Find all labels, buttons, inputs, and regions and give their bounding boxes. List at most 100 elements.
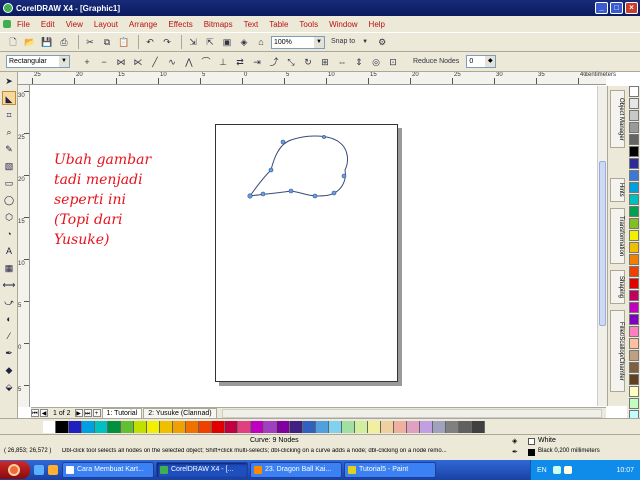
curve-node[interactable]: [312, 193, 318, 199]
palette-swatch[interactable]: [329, 420, 342, 433]
ellipse-tool-icon[interactable]: ◯: [2, 193, 16, 207]
palette-swatch[interactable]: [629, 134, 639, 145]
menu-window[interactable]: Window: [329, 20, 357, 29]
eyedropper-tool-icon[interactable]: ⁄: [2, 329, 16, 343]
palette-swatch[interactable]: [446, 420, 459, 433]
palette-swatch[interactable]: [629, 278, 639, 289]
node-shape-combo[interactable]: Rectangular ▼: [6, 55, 70, 68]
stretch-nodes-icon[interactable]: ⤡: [284, 55, 298, 69]
menu-tools[interactable]: Tools: [299, 20, 318, 29]
palette-swatch[interactable]: [629, 122, 639, 133]
palette-swatch[interactable]: [629, 218, 639, 229]
text-tool-icon[interactable]: A: [2, 244, 16, 258]
redo-icon[interactable]: ↷: [160, 35, 174, 49]
last-page-icon[interactable]: ⏭: [83, 409, 92, 417]
palette-swatch[interactable]: [629, 266, 639, 277]
palette-swatch[interactable]: [43, 420, 56, 433]
undo-icon[interactable]: ↶: [143, 35, 157, 49]
palette-swatch[interactable]: [277, 420, 290, 433]
palette-swatch[interactable]: [629, 398, 639, 409]
menu-bitmaps[interactable]: Bitmaps: [204, 20, 233, 29]
extend-curve-icon[interactable]: ⇥: [250, 55, 264, 69]
select-all-nodes-icon[interactable]: ⊡: [386, 55, 400, 69]
zoom-tool-icon[interactable]: ⌕: [2, 125, 16, 139]
open-icon[interactable]: 📂: [23, 35, 37, 49]
palette-swatch[interactable]: [629, 158, 639, 169]
palette-swatch[interactable]: [472, 420, 485, 433]
palette-swatch[interactable]: [69, 420, 82, 433]
palette-swatch[interactable]: [238, 420, 251, 433]
palette-swatch[interactable]: [459, 420, 472, 433]
basic-shapes-tool-icon[interactable]: ◔: [2, 227, 16, 241]
rectangle-tool-icon[interactable]: ▭: [2, 176, 16, 190]
curve-node[interactable]: [288, 188, 294, 194]
vertical-ruler[interactable]: 30 25 20 15 10 5 0 5: [18, 85, 30, 407]
curve-node[interactable]: [247, 193, 253, 199]
curve-node[interactable]: [341, 173, 347, 179]
crop-tool-icon[interactable]: ⌗: [2, 108, 16, 122]
menu-text[interactable]: Text: [244, 20, 259, 29]
welcome-screen-icon[interactable]: ⌂: [254, 35, 268, 49]
start-button[interactable]: [0, 461, 30, 479]
menu-file[interactable]: File: [17, 20, 30, 29]
palette-swatch[interactable]: [186, 420, 199, 433]
shape-tool-icon[interactable]: ◣: [2, 91, 16, 105]
import-icon[interactable]: ⇲: [186, 35, 200, 49]
palette-swatch[interactable]: [629, 182, 639, 193]
palette-swatch[interactable]: [160, 420, 173, 433]
cusp-node-icon[interactable]: ⋀: [182, 55, 196, 69]
palette-swatch[interactable]: [381, 420, 394, 433]
palette-swatch[interactable]: [629, 110, 639, 121]
fill-tool-icon[interactable]: ◆: [2, 363, 16, 377]
palette-swatch[interactable]: [629, 242, 639, 253]
palette-swatch[interactable]: [342, 420, 355, 433]
palette-swatch[interactable]: [212, 420, 225, 433]
palette-swatch[interactable]: [629, 374, 639, 385]
smart-fill-tool-icon[interactable]: ▧: [2, 159, 16, 173]
palette-swatch[interactable]: [629, 230, 639, 241]
to-curve-icon[interactable]: ∿: [165, 55, 179, 69]
blend-tool-icon[interactable]: ◐: [2, 312, 16, 326]
options-icon[interactable]: ⚙: [375, 35, 389, 49]
palette-swatch[interactable]: [629, 314, 639, 325]
docker-tab-object-manager[interactable]: Object Manager: [610, 90, 625, 148]
palette-swatch[interactable]: [95, 420, 108, 433]
previous-page-icon[interactable]: ◀: [40, 409, 48, 417]
palette-swatch[interactable]: [316, 420, 329, 433]
menu-layout[interactable]: Layout: [94, 20, 118, 29]
menu-arrange[interactable]: Arrange: [129, 20, 157, 29]
save-icon[interactable]: 💾: [40, 35, 54, 49]
menu-effects[interactable]: Effects: [168, 20, 192, 29]
drawing-canvas[interactable]: Ubah gambar tadi menjadi seperti ini (To…: [31, 86, 606, 406]
first-page-icon[interactable]: ⏮: [31, 409, 39, 417]
minimize-button[interactable]: _: [595, 2, 608, 14]
palette-swatch[interactable]: [290, 420, 303, 433]
palette-swatch[interactable]: [368, 420, 381, 433]
docker-tab-transformation[interactable]: Transformation: [610, 208, 625, 264]
join-nodes-icon[interactable]: ⋈: [114, 55, 128, 69]
taskbar-item-browser[interactable]: Cara Membuat Kart...: [62, 462, 154, 478]
new-document-icon[interactable]: 🗋: [6, 35, 20, 49]
outline-tool-icon[interactable]: ✒: [2, 346, 16, 360]
connector-tool-icon[interactable]: ⤻: [2, 295, 16, 309]
palette-swatch[interactable]: [121, 420, 134, 433]
palette-swatch[interactable]: [629, 194, 639, 205]
reverse-direction-icon[interactable]: ⇄: [233, 55, 247, 69]
curve-node[interactable]: [331, 190, 337, 196]
freehand-tool-icon[interactable]: ✎: [2, 142, 16, 156]
palette-swatch[interactable]: [173, 420, 186, 433]
application-launcher-icon[interactable]: ◈: [237, 35, 251, 49]
delete-node-icon[interactable]: −: [97, 55, 111, 69]
palette-swatch[interactable]: [629, 146, 639, 157]
rotate-nodes-icon[interactable]: ↻: [301, 55, 315, 69]
palette-swatch[interactable]: [82, 420, 95, 433]
curve-node[interactable]: [268, 167, 274, 173]
curve-nodes[interactable]: [247, 135, 347, 199]
menu-view[interactable]: View: [66, 20, 83, 29]
docker-tab-hints[interactable]: Hints: [610, 178, 625, 202]
palette-swatch[interactable]: [420, 420, 433, 433]
elastic-mode-icon[interactable]: ◎: [369, 55, 383, 69]
palette-swatch[interactable]: [629, 362, 639, 373]
page-tab-tutorial[interactable]: 1: Tutorial: [101, 408, 143, 418]
close-button[interactable]: ×: [625, 2, 638, 14]
